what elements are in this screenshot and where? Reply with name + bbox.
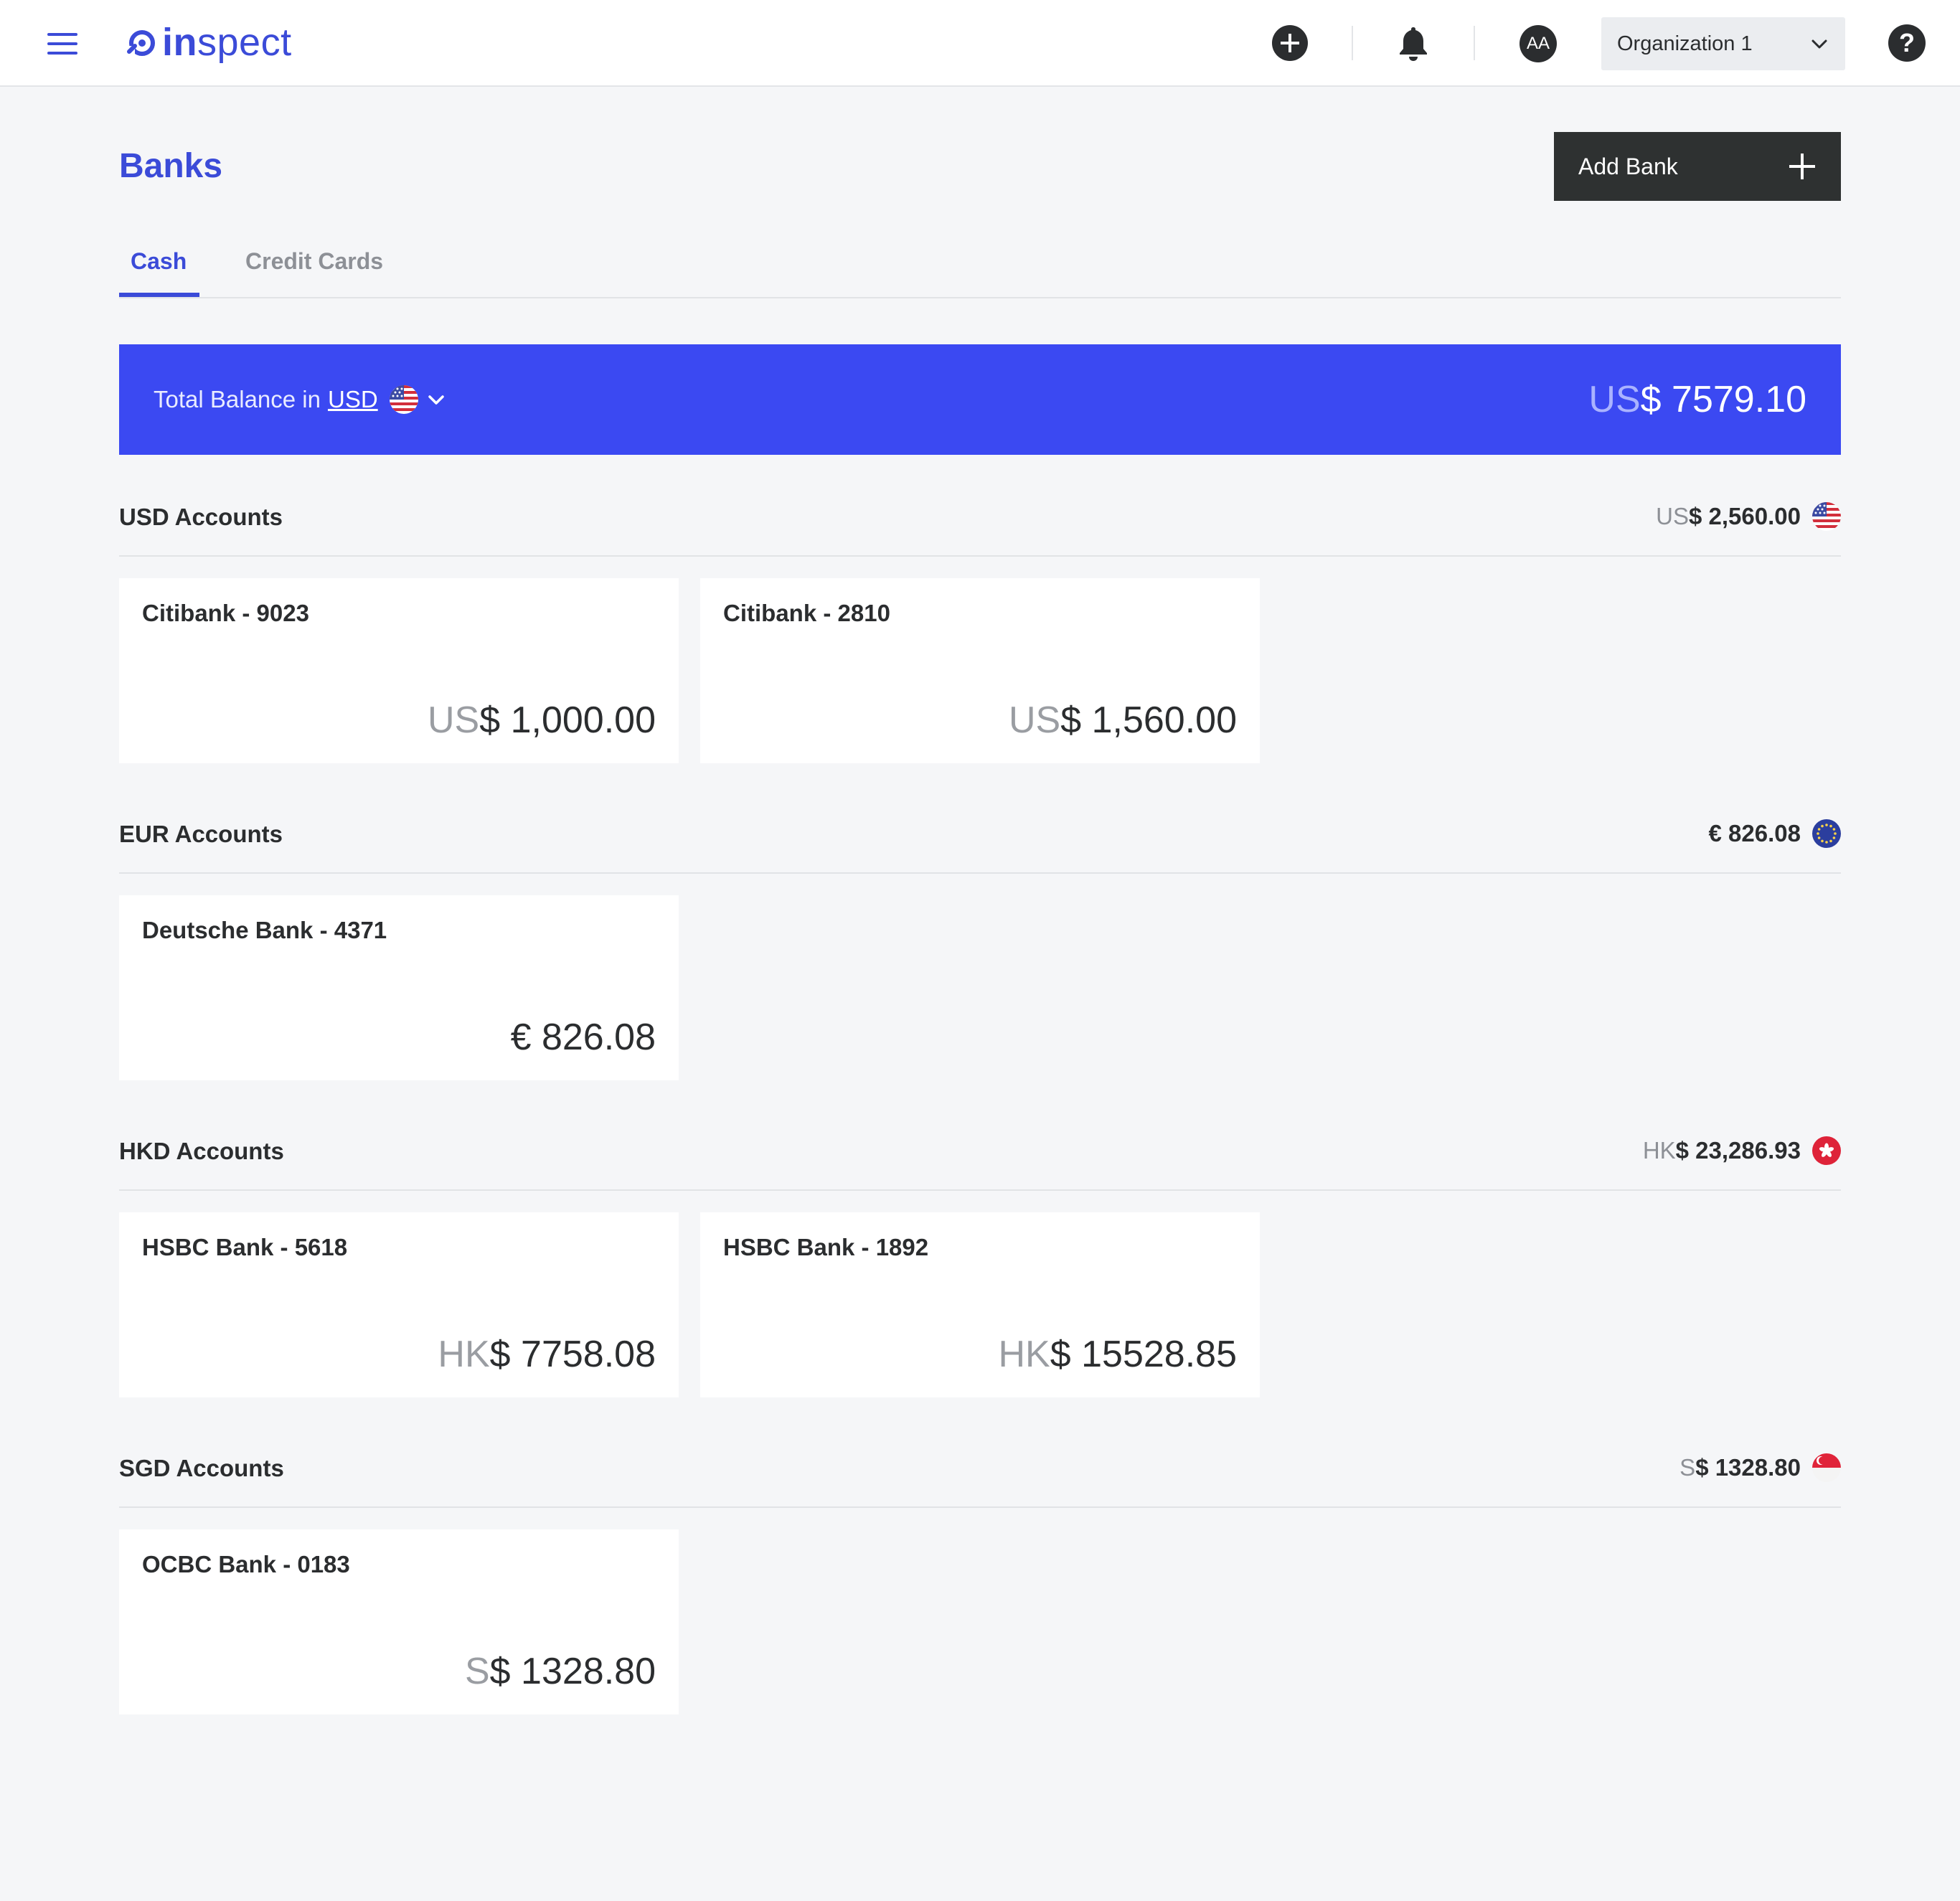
- account-balance: € 826.08: [510, 1016, 656, 1058]
- section-total: US $ 2,560.00: [1656, 502, 1841, 531]
- section-total: HK $ 23,286.93: [1643, 1136, 1841, 1165]
- tab-bar: Cash Credit Cards: [119, 237, 1841, 298]
- section-title: HKD Accounts: [119, 1138, 284, 1164]
- sg-flag-icon: [1812, 1453, 1841, 1482]
- page-title: Banks: [119, 147, 223, 185]
- section-total: S $ 1328.80: [1679, 1453, 1841, 1482]
- account-card[interactable]: Deutsche Bank - 4371 € 826.08: [119, 895, 679, 1080]
- us-flag-icon: [389, 385, 418, 414]
- sgd-accounts-section: SGD Accounts S $ 1328.80 OCBC Bank - 0183…: [119, 1449, 1841, 1716]
- currency-select[interactable]: USD: [328, 386, 378, 413]
- account-balance: US$ 1,000.00: [427, 699, 656, 741]
- account-balance: HK$ 7758.08: [438, 1334, 656, 1375]
- help-icon[interactable]: ?: [1888, 24, 1926, 62]
- account-card[interactable]: Citibank - 2810 US$ 1,560.00: [700, 578, 1260, 763]
- section-title: USD Accounts: [119, 504, 283, 530]
- add-bank-label: Add Bank: [1578, 153, 1678, 179]
- account-name: OCBC Bank - 0183: [142, 1551, 350, 1577]
- add-bank-button[interactable]: Add Bank: [1554, 132, 1841, 201]
- hkd-accounts-section: HKD Accounts HK $ 23,286.93 HSBC Bank - 5…: [119, 1132, 1841, 1399]
- account-name: HSBC Bank - 5618: [142, 1234, 348, 1260]
- account-card[interactable]: HSBC Bank - 5618 HK$ 7758.08: [119, 1212, 679, 1397]
- divider: [1474, 26, 1475, 60]
- logo-mark-icon: [127, 30, 155, 59]
- account-name: Citibank - 2810: [723, 600, 890, 626]
- organization-select[interactable]: Organization 1: [1601, 17, 1845, 70]
- chevron-down-icon: [1811, 39, 1827, 49]
- tab-credit-cards[interactable]: Credit Cards: [245, 248, 383, 275]
- bell-icon[interactable]: [1395, 24, 1432, 62]
- logo-text: inspect: [162, 21, 292, 64]
- eu-flag-icon: [1812, 819, 1841, 848]
- chevron-down-icon[interactable]: [425, 389, 447, 410]
- eur-accounts-section: EUR Accounts € 826.08 Deutsche Bank - 43…: [119, 815, 1841, 1082]
- total-balance-label: Total Balance in: [154, 386, 321, 412]
- usd-accounts-section: USD Accounts US $ 2,560.00 Citibank - 90…: [119, 498, 1841, 765]
- section-total: € 826.08: [1709, 819, 1841, 848]
- total-balance-banner: Total Balance in USD US$ 7579.10: [119, 344, 1841, 455]
- account-name: Citibank - 9023: [142, 600, 309, 626]
- total-balance-amount: US$ 7579.10: [1588, 379, 1806, 420]
- hk-flag-icon: [1812, 1136, 1841, 1165]
- account-card[interactable]: OCBC Bank - 0183 S$ 1328.80: [119, 1529, 679, 1714]
- app-logo[interactable]: inspect: [125, 19, 292, 66]
- add-circle-icon[interactable]: [1271, 24, 1309, 62]
- account-balance: S$ 1328.80: [464, 1651, 656, 1692]
- account-card[interactable]: HSBC Bank - 1892 HK$ 15528.85: [700, 1212, 1260, 1397]
- us-flag-icon: [1812, 502, 1841, 531]
- account-balance: US$ 1,560.00: [1008, 699, 1237, 741]
- menu-icon[interactable]: [47, 33, 77, 55]
- avatar[interactable]: AA: [1520, 25, 1557, 62]
- account-name: HSBC Bank - 1892: [723, 1234, 929, 1260]
- tab-cash[interactable]: Cash: [131, 248, 187, 275]
- plus-icon: [1789, 154, 1815, 179]
- section-title: EUR Accounts: [119, 821, 283, 847]
- divider: [1352, 26, 1353, 60]
- active-tab-indicator: [119, 293, 199, 297]
- account-name: Deutsche Bank - 4371: [142, 917, 387, 943]
- section-title: SGD Accounts: [119, 1455, 284, 1481]
- top-bar: inspect AA Organization 1 ?: [0, 0, 1960, 87]
- account-balance: HK$ 15528.85: [998, 1334, 1237, 1375]
- account-card[interactable]: Citibank - 9023 US$ 1,000.00: [119, 578, 679, 763]
- organization-select-value: Organization 1: [1617, 32, 1753, 55]
